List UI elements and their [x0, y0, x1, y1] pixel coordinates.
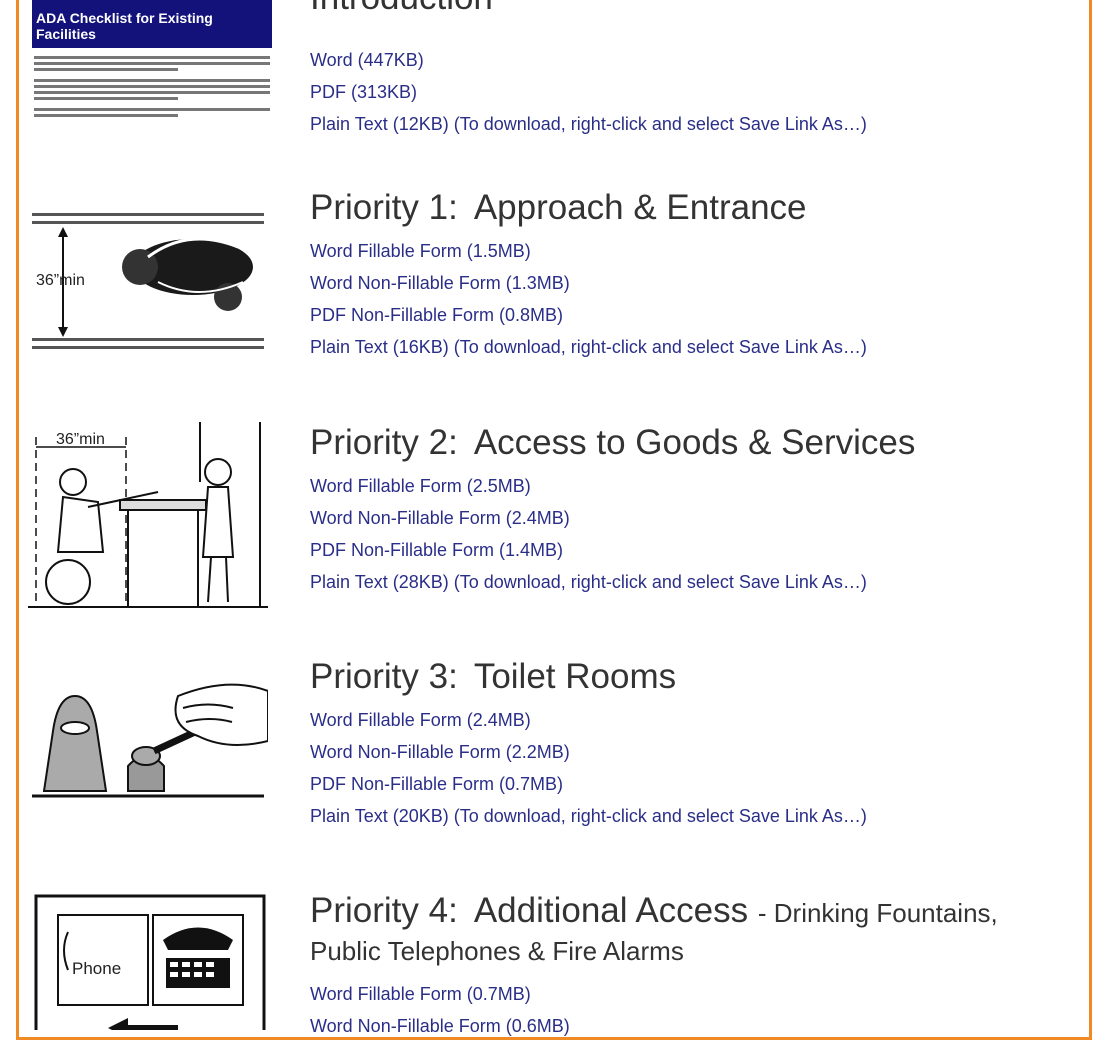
p3-text-link[interactable]: Plain Text (20KB) (To download, right-cl… [310, 800, 867, 832]
intro-links: Word (447KB) PDF (313KB) Plain Text (12K… [310, 44, 867, 140]
priority-2-heading: Priority 2: Access to Goods & Services [310, 423, 916, 462]
p2-word-fillable-link[interactable]: Word Fillable Form (2.5MB) [310, 470, 915, 502]
priority-1-heading: Priority 1: Approach & Entrance [310, 188, 807, 227]
priority-2-dimension-label: 36”min [56, 431, 105, 448]
p3-pdf-link[interactable]: PDF Non-Fillable Form (0.7MB) [310, 768, 867, 800]
p3-word-fillable-link[interactable]: Word Fillable Form (2.4MB) [310, 704, 867, 736]
intro-pdf-link[interactable]: PDF (313KB) [310, 76, 867, 108]
p1-word-nonfillable-link[interactable]: Word Non-Fillable Form (1.3MB) [310, 267, 867, 299]
priority-4-heading: Priority 4: Additional Access - Drinking … [310, 891, 998, 930]
p4-word-fillable-link[interactable]: Word Fillable Form (0.7MB) [310, 978, 998, 1010]
p3-word-nonfillable-link[interactable]: Word Non-Fillable Form (2.2MB) [310, 736, 867, 768]
intro-word-link[interactable]: Word (447KB) [310, 44, 867, 76]
p2-word-nonfillable-link[interactable]: Word Non-Fillable Form (2.4MB) [310, 502, 915, 534]
p1-word-fillable-link[interactable]: Word Fillable Form (1.5MB) [310, 235, 867, 267]
priority-1-dimension-label: 36”min [36, 272, 85, 289]
approach-entrance-illustration: 36”min [32, 213, 264, 349]
p2-pdf-link[interactable]: PDF Non-Fillable Form (1.4MB) [310, 534, 915, 566]
additional-access-illustration: Phone [34, 894, 266, 1030]
intro-text-link[interactable]: Plain Text (12KB) (To download, right-cl… [310, 108, 867, 140]
p1-text-link[interactable]: Plain Text (16KB) (To download, right-cl… [310, 331, 867, 363]
intro-heading: Introduction [310, 0, 493, 18]
p2-text-link[interactable]: Plain Text (28KB) (To download, right-cl… [310, 566, 915, 598]
doc-title: ADA Checklist for Existing Facilities [32, 0, 272, 48]
ada-checklist-thumbnail[interactable]: ADA Checklist for Existing Facilities [32, 0, 272, 150]
goods-services-illustration: 36”min [28, 422, 268, 608]
priority-4-subheading: Public Telephones & Fire Alarms [310, 936, 684, 966]
toilet-rooms-illustration [32, 683, 268, 798]
phone-label: Phone [72, 959, 121, 978]
p1-pdf-link[interactable]: PDF Non-Fillable Form (0.8MB) [310, 299, 867, 331]
priority-3-heading: Priority 3: Toilet Rooms [310, 657, 677, 696]
p4-word-nonfillable-link[interactable]: Word Non-Fillable Form (0.6MB) [310, 1010, 998, 1042]
